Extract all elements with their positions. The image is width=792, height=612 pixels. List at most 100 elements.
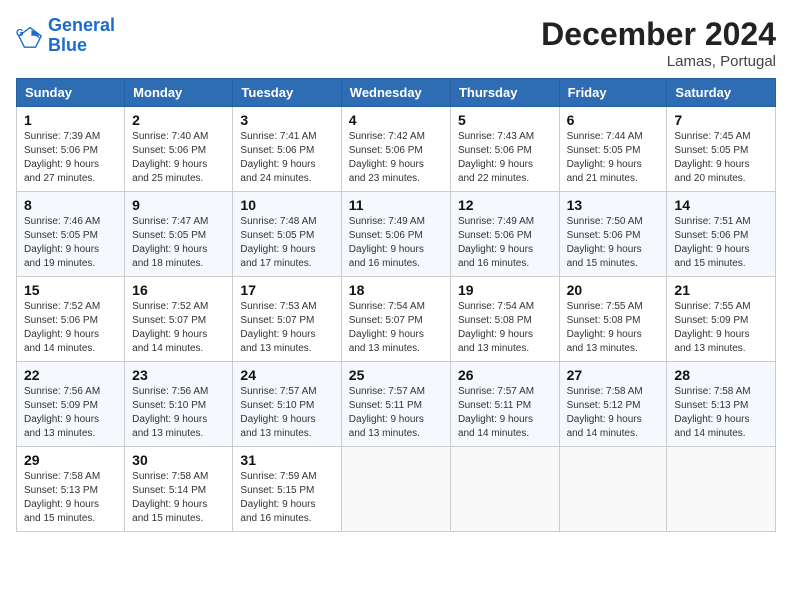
day-detail: Sunrise: 7:54 AM Sunset: 5:08 PM Dayligh… — [458, 300, 552, 356]
day-detail: Sunrise: 7:42 AM Sunset: 5:06 PM Dayligh… — [349, 130, 443, 186]
day-number: 8 — [24, 197, 117, 213]
calendar-cell: 22Sunrise: 7:56 AM Sunset: 5:09 PM Dayli… — [17, 362, 125, 447]
calendar-cell: 27Sunrise: 7:58 AM Sunset: 5:12 PM Dayli… — [559, 362, 667, 447]
week-row-2: 8 Sunrise: 7:46 AM Sunset: 5:05 PM Daylig… — [17, 192, 776, 277]
day-number: 16 — [132, 282, 225, 298]
day-detail: Sunrise: 7:54 AM Sunset: 5:07 PM Dayligh… — [349, 300, 443, 356]
day-number: 26 — [458, 367, 552, 383]
day-detail: Sunrise: 7:49 AM Sunset: 5:06 PM Dayligh… — [349, 215, 443, 271]
day-header-monday: Monday — [125, 79, 233, 107]
day-header-saturday: Saturday — [667, 79, 776, 107]
day-detail: Sunrise: 7:52 AM Sunset: 5:06 PM Dayligh… — [24, 300, 117, 356]
day-detail: Sunrise: 7:57 AM Sunset: 5:11 PM Dayligh… — [349, 385, 443, 441]
day-number: 4 — [349, 112, 443, 128]
day-number: 13 — [567, 197, 660, 213]
calendar-cell: 19 Sunrise: 7:54 AM Sunset: 5:08 PM Dayli… — [450, 277, 559, 362]
calendar-cell: 13 Sunrise: 7:50 AM Sunset: 5:06 PM Dayli… — [559, 192, 667, 277]
calendar-cell: 4 Sunrise: 7:42 AM Sunset: 5:06 PM Daylig… — [341, 107, 450, 192]
calendar-cell: 21Sunrise: 7:55 AM Sunset: 5:09 PM Dayli… — [667, 277, 776, 362]
day-number: 12 — [458, 197, 552, 213]
calendar-cell: 15 Sunrise: 7:52 AM Sunset: 5:06 PM Dayli… — [17, 277, 125, 362]
day-detail: Sunrise: 7:58 AM Sunset: 5:14 PM Dayligh… — [132, 470, 225, 526]
calendar-cell: 29Sunrise: 7:58 AM Sunset: 5:13 PM Dayli… — [17, 447, 125, 532]
day-number: 5 — [458, 112, 552, 128]
day-detail: Sunrise: 7:41 AM Sunset: 5:06 PM Dayligh… — [240, 130, 333, 186]
day-detail: Sunrise: 7:45 AM Sunset: 5:05 PM Dayligh… — [674, 130, 768, 186]
day-number: 18 — [349, 282, 443, 298]
day-number: 28 — [674, 367, 768, 383]
location: Lamas, Portugal — [541, 53, 776, 70]
day-header-friday: Friday — [559, 79, 667, 107]
day-detail: Sunrise: 7:57 AM Sunset: 5:11 PM Dayligh… — [458, 385, 552, 441]
day-detail: Sunrise: 7:52 AM Sunset: 5:07 PM Dayligh… — [132, 300, 225, 356]
day-detail: Sunrise: 7:58 AM Sunset: 5:13 PM Dayligh… — [674, 385, 768, 441]
calendar-cell: 16 Sunrise: 7:52 AM Sunset: 5:07 PM Dayli… — [125, 277, 233, 362]
day-number: 22 — [24, 367, 117, 383]
calendar-cell — [667, 447, 776, 532]
calendar-cell: 6 Sunrise: 7:44 AM Sunset: 5:05 PM Daylig… — [559, 107, 667, 192]
day-detail: Sunrise: 7:55 AM Sunset: 5:09 PM Dayligh… — [674, 300, 768, 356]
day-detail: Sunrise: 7:58 AM Sunset: 5:12 PM Dayligh… — [567, 385, 660, 441]
logo-blue: Blue — [48, 36, 115, 56]
day-detail: Sunrise: 7:40 AM Sunset: 5:06 PM Dayligh… — [132, 130, 225, 186]
day-number: 9 — [132, 197, 225, 213]
day-number: 25 — [349, 367, 443, 383]
calendar-cell — [559, 447, 667, 532]
day-detail: Sunrise: 7:51 AM Sunset: 5:06 PM Dayligh… — [674, 215, 768, 271]
day-number: 15 — [24, 282, 117, 298]
calendar-cell — [341, 447, 450, 532]
calendar-cell: 31 Sunrise: 7:59 AM Sunset: 5:15 PM Dayli… — [233, 447, 341, 532]
day-detail: Sunrise: 7:39 AM Sunset: 5:06 PM Dayligh… — [24, 130, 117, 186]
title-block: December 2024 Lamas, Portugal — [541, 16, 776, 70]
calendar-cell: 10 Sunrise: 7:48 AM Sunset: 5:05 PM Dayli… — [233, 192, 341, 277]
day-detail: Sunrise: 7:44 AM Sunset: 5:05 PM Dayligh… — [567, 130, 660, 186]
day-detail: Sunrise: 7:48 AM Sunset: 5:05 PM Dayligh… — [240, 215, 333, 271]
day-number: 3 — [240, 112, 333, 128]
day-header-wednesday: Wednesday — [341, 79, 450, 107]
day-number: 6 — [567, 112, 660, 128]
calendar-cell: 23 Sunrise: 7:56 AM Sunset: 5:10 PM Dayli… — [125, 362, 233, 447]
calendar-header-row: SundayMondayTuesdayWednesdayThursdayFrid… — [17, 79, 776, 107]
calendar-cell: 11Sunrise: 7:49 AM Sunset: 5:06 PM Dayli… — [341, 192, 450, 277]
week-row-1: 1 Sunrise: 7:39 AM Sunset: 5:06 PM Daylig… — [17, 107, 776, 192]
day-detail: Sunrise: 7:53 AM Sunset: 5:07 PM Dayligh… — [240, 300, 333, 356]
day-number: 30 — [132, 452, 225, 468]
page-header: G General Blue December 2024 Lamas, Port… — [16, 16, 776, 70]
day-number: 1 — [24, 112, 117, 128]
calendar-cell: 7 Sunrise: 7:45 AM Sunset: 5:05 PM Daylig… — [667, 107, 776, 192]
day-header-sunday: Sunday — [17, 79, 125, 107]
calendar-cell: 24Sunrise: 7:57 AM Sunset: 5:10 PM Dayli… — [233, 362, 341, 447]
day-number: 19 — [458, 282, 552, 298]
month-title: December 2024 — [541, 16, 776, 53]
day-detail: Sunrise: 7:57 AM Sunset: 5:10 PM Dayligh… — [240, 385, 333, 441]
calendar-cell: 8 Sunrise: 7:46 AM Sunset: 5:05 PM Daylig… — [17, 192, 125, 277]
calendar-cell: 5 Sunrise: 7:43 AM Sunset: 5:06 PM Daylig… — [450, 107, 559, 192]
day-number: 2 — [132, 112, 225, 128]
day-detail: Sunrise: 7:43 AM Sunset: 5:06 PM Dayligh… — [458, 130, 552, 186]
day-number: 29 — [24, 452, 117, 468]
day-number: 23 — [132, 367, 225, 383]
day-header-tuesday: Tuesday — [233, 79, 341, 107]
calendar-table: SundayMondayTuesdayWednesdayThursdayFrid… — [16, 78, 776, 532]
calendar-cell: 2 Sunrise: 7:40 AM Sunset: 5:06 PM Daylig… — [125, 107, 233, 192]
calendar-cell: 30 Sunrise: 7:58 AM Sunset: 5:14 PM Dayli… — [125, 447, 233, 532]
calendar-cell: 9 Sunrise: 7:47 AM Sunset: 5:05 PM Daylig… — [125, 192, 233, 277]
day-number: 7 — [674, 112, 768, 128]
calendar-cell: 1 Sunrise: 7:39 AM Sunset: 5:06 PM Daylig… — [17, 107, 125, 192]
day-number: 14 — [674, 197, 768, 213]
day-number: 10 — [240, 197, 333, 213]
day-header-thursday: Thursday — [450, 79, 559, 107]
day-detail: Sunrise: 7:46 AM Sunset: 5:05 PM Dayligh… — [24, 215, 117, 271]
day-detail: Sunrise: 7:59 AM Sunset: 5:15 PM Dayligh… — [240, 470, 333, 526]
day-number: 20 — [567, 282, 660, 298]
day-detail: Sunrise: 7:49 AM Sunset: 5:06 PM Dayligh… — [458, 215, 552, 271]
week-row-4: 22Sunrise: 7:56 AM Sunset: 5:09 PM Dayli… — [17, 362, 776, 447]
calendar-cell: 14 Sunrise: 7:51 AM Sunset: 5:06 PM Dayli… — [667, 192, 776, 277]
day-detail: Sunrise: 7:56 AM Sunset: 5:10 PM Dayligh… — [132, 385, 225, 441]
week-row-3: 15 Sunrise: 7:52 AM Sunset: 5:06 PM Dayli… — [17, 277, 776, 362]
day-detail: Sunrise: 7:55 AM Sunset: 5:08 PM Dayligh… — [567, 300, 660, 356]
calendar-cell: 28 Sunrise: 7:58 AM Sunset: 5:13 PM Dayli… — [667, 362, 776, 447]
day-detail: Sunrise: 7:47 AM Sunset: 5:05 PM Dayligh… — [132, 215, 225, 271]
day-number: 31 — [240, 452, 333, 468]
day-detail: Sunrise: 7:50 AM Sunset: 5:06 PM Dayligh… — [567, 215, 660, 271]
